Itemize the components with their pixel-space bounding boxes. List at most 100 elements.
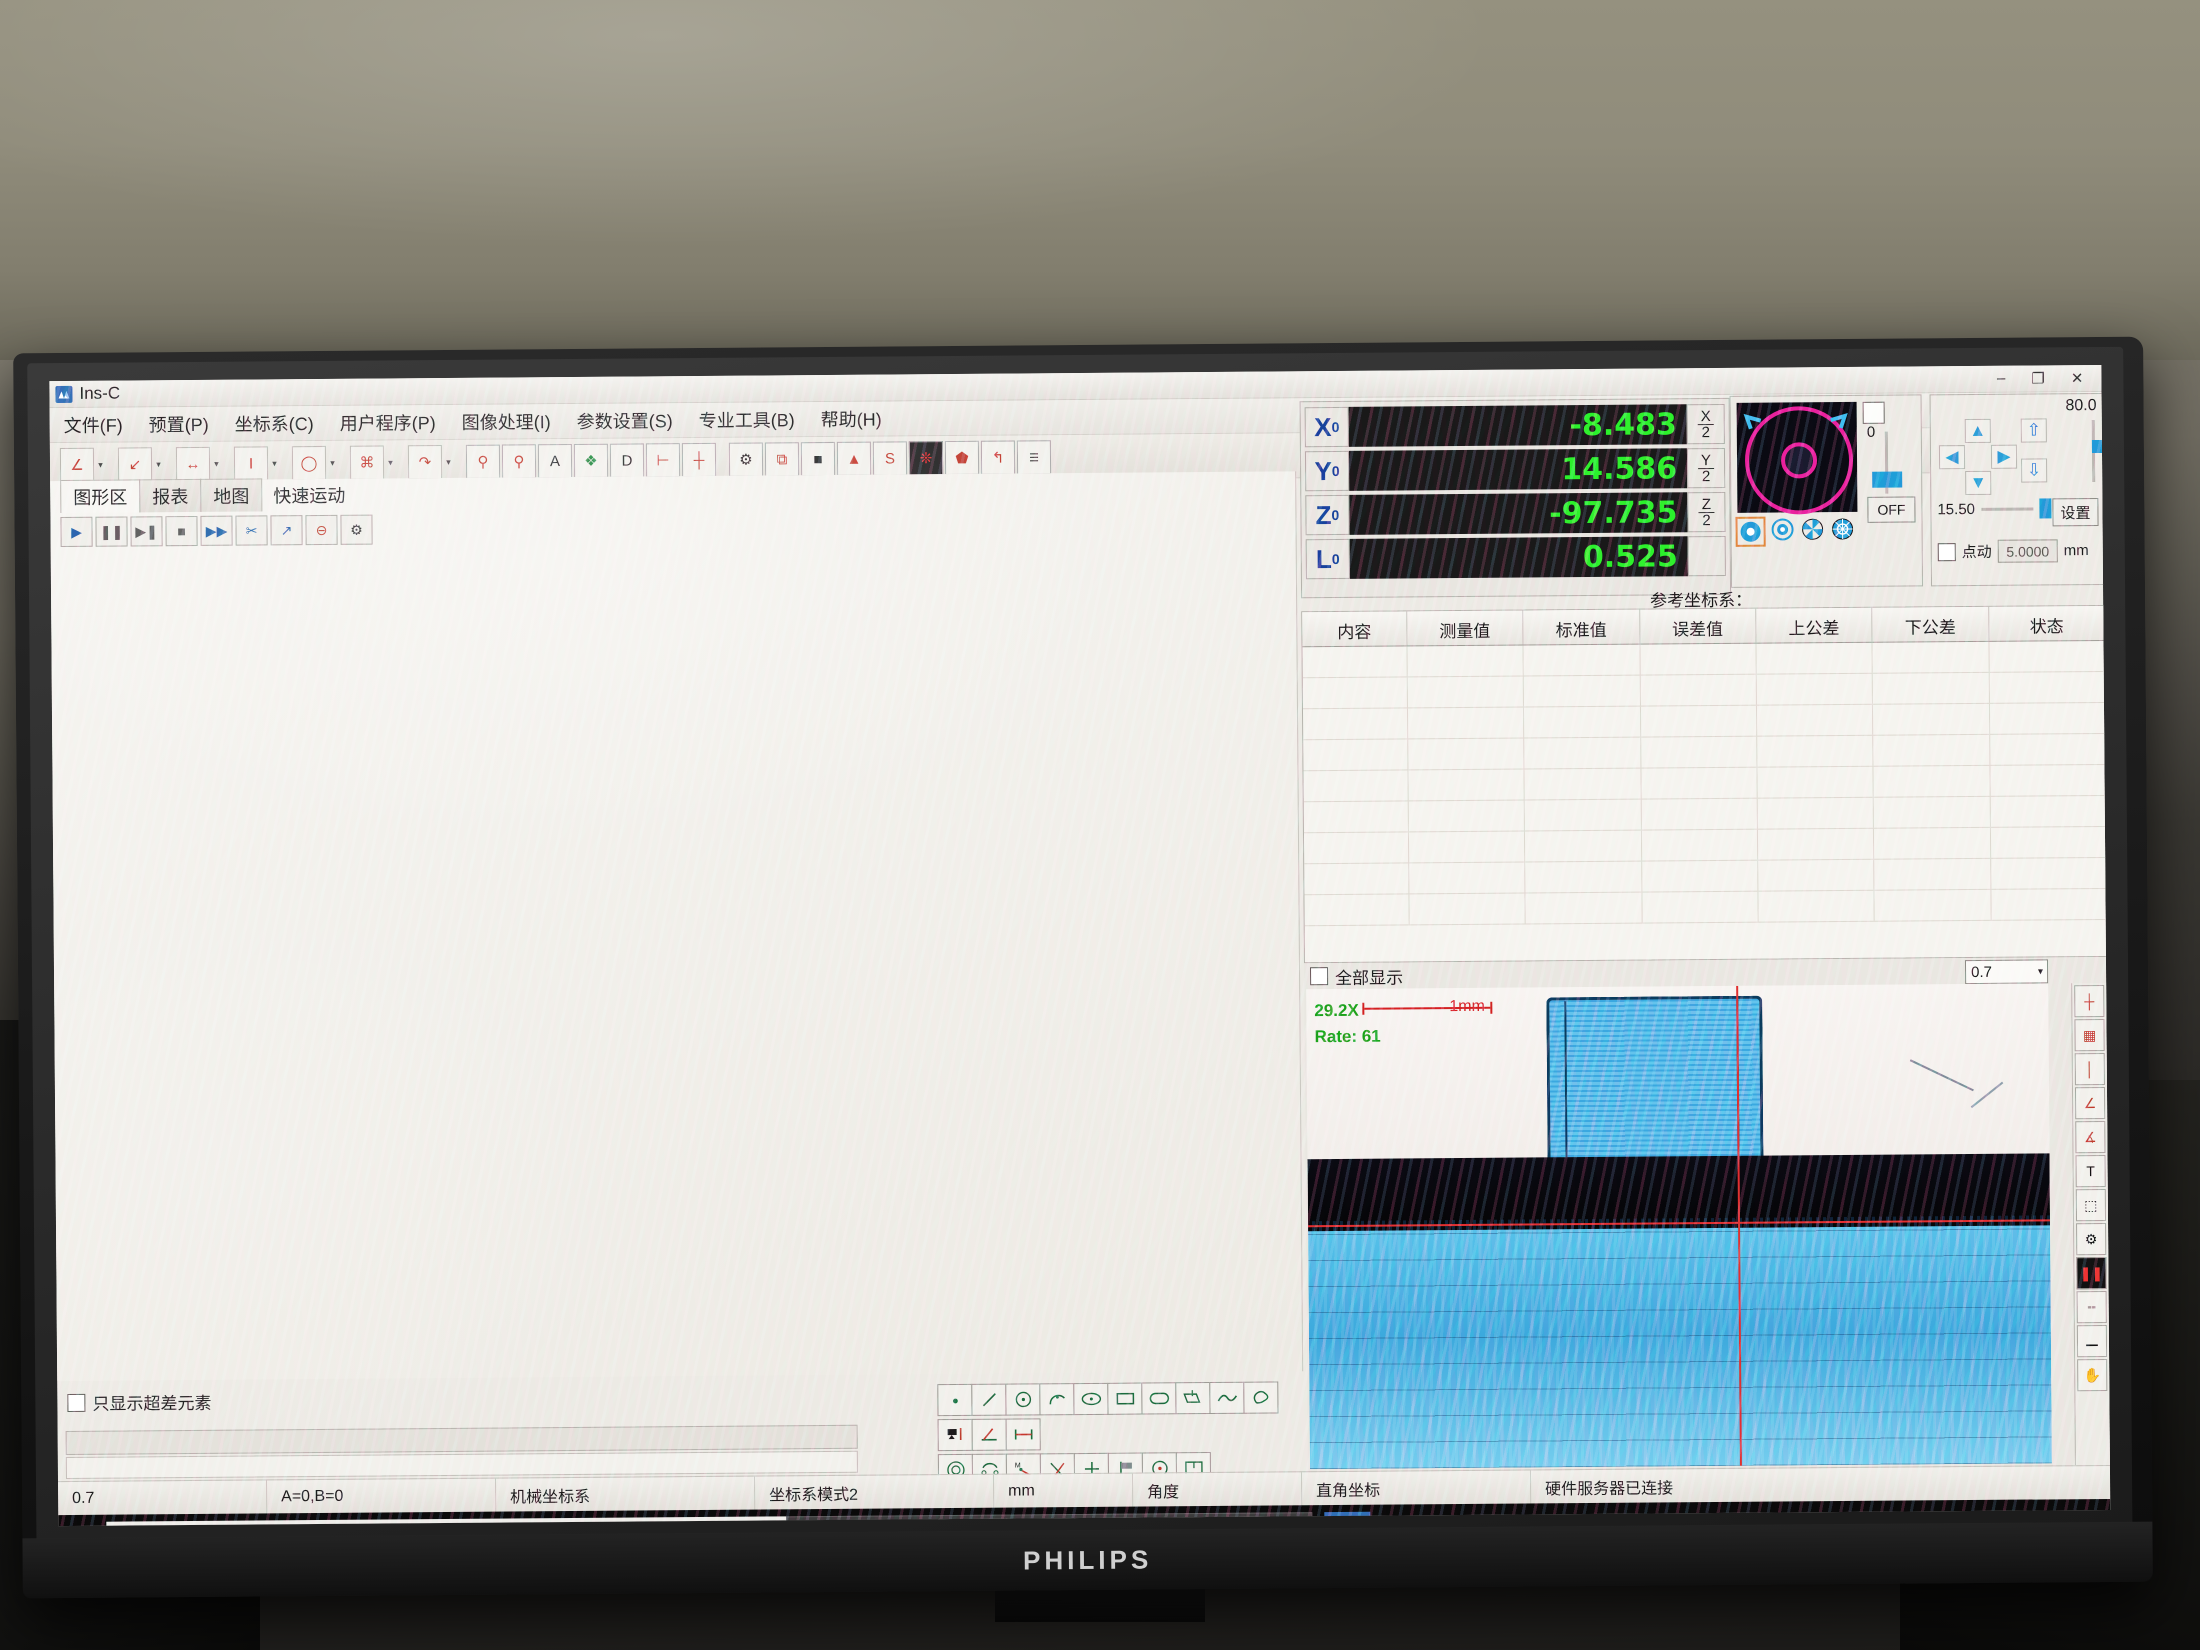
measure-distance2-icon[interactable] bbox=[1005, 1418, 1041, 1451]
run-button[interactable]: ▶ bbox=[60, 516, 93, 548]
minimize-button[interactable]: – bbox=[1997, 370, 2005, 388]
measure-angle2-icon[interactable] bbox=[971, 1418, 1007, 1451]
grid-overlay-icon[interactable]: ▦ bbox=[2074, 1018, 2105, 1052]
camera-live-view[interactable]: 29.2X Rate: 61 1mm bbox=[1306, 983, 2052, 1470]
zoom-region-icon[interactable]: ⬚ bbox=[2075, 1188, 2107, 1222]
angle-overlay-icon[interactable]: ∠ bbox=[2074, 1086, 2106, 1120]
return-origin-icon[interactable]: ↰ bbox=[980, 440, 1016, 475]
move-z-up-arrow[interactable]: ⇧ bbox=[2020, 418, 2047, 443]
menu-professional-tools[interactable]: 专业工具(B) bbox=[699, 406, 795, 433]
menu-file[interactable]: 文件(F) bbox=[64, 412, 123, 438]
z-speed-slider-thumb[interactable] bbox=[2091, 439, 2111, 454]
speed-slider-thumb[interactable] bbox=[2038, 498, 2052, 519]
point-icon[interactable] bbox=[937, 1383, 973, 1417]
dro-half-x[interactable]: X2 bbox=[1686, 403, 1725, 445]
chevron-down-icon[interactable]: ▾ bbox=[212, 458, 221, 469]
pan-hand-icon[interactable]: ✋ bbox=[2077, 1358, 2108, 1392]
barcode-icon[interactable]: ⚊ bbox=[2076, 1324, 2108, 1358]
circle-center-icon[interactable] bbox=[1005, 1383, 1041, 1416]
tab-report[interactable]: 报表 bbox=[139, 478, 202, 513]
measure-circle-icon[interactable]: ◯ bbox=[291, 445, 327, 481]
fast-forward-button[interactable]: ▶▶ bbox=[200, 515, 233, 546]
stop-button[interactable]: ■ bbox=[165, 515, 198, 547]
move-left-arrow[interactable]: ◀ bbox=[1938, 445, 1966, 470]
select-elements-icon[interactable]: ⧉ bbox=[764, 442, 800, 477]
dxf-tool-icon[interactable]: D bbox=[609, 443, 645, 478]
zoom-in-icon[interactable]: ⚲ bbox=[465, 444, 501, 479]
dro-label-l[interactable]: L0 bbox=[1305, 538, 1350, 580]
table-row[interactable] bbox=[1304, 888, 2107, 927]
report-list-icon[interactable]: ☰ bbox=[1016, 440, 1052, 475]
maximize-button[interactable]: ❐ bbox=[2031, 369, 2045, 387]
close-button[interactable]: ✕ bbox=[2071, 369, 2084, 387]
speed-slider-track[interactable] bbox=[1980, 507, 2033, 511]
jog-step-input[interactable]: 5.0000 bbox=[1997, 539, 2058, 563]
ellipse-icon[interactable] bbox=[1073, 1382, 1109, 1416]
search-icon[interactable]: ⚲ bbox=[1283, 1522, 1299, 1526]
taskbar-search-box[interactable]: ⚲ 搜索 🌼🍂 bbox=[106, 1516, 787, 1527]
focus-value-dropdown[interactable]: 0.7 ▾ bbox=[1964, 959, 2049, 985]
tab-map[interactable]: 地图 bbox=[200, 478, 263, 512]
ring-light-slider-thumb[interactable] bbox=[1872, 471, 1903, 488]
pause-button[interactable]: ❚❚ bbox=[95, 516, 128, 547]
ring-light-coaxial-icon[interactable] bbox=[1769, 516, 1795, 542]
step-button[interactable]: ▶❚ bbox=[130, 516, 163, 547]
measure-line-angle-icon[interactable]: ↙ bbox=[117, 447, 153, 482]
chevron-down-icon[interactable]: ▾ bbox=[328, 457, 337, 468]
dro-half-l[interactable] bbox=[1687, 535, 1726, 577]
tab-graphic-area[interactable]: 图形区 bbox=[60, 479, 141, 514]
user-program-icon[interactable]: ❊ bbox=[908, 441, 944, 476]
results-table[interactable]: 内容 测量值 标准值 误差值 上公差 下公差 状态 bbox=[1301, 604, 2108, 964]
light-source-icon[interactable]: ▲ bbox=[836, 441, 872, 476]
col-nominal-value[interactable]: 标准值 bbox=[1523, 609, 1641, 645]
measure-diameter-icon[interactable]: ⌘ bbox=[349, 445, 385, 480]
rectangle-icon[interactable] bbox=[1107, 1382, 1143, 1415]
menu-coordinate-system[interactable]: 坐标系(C) bbox=[235, 410, 314, 437]
dro-label-y[interactable]: Y0 bbox=[1304, 450, 1350, 492]
no-entry-button[interactable]: ⊖ bbox=[305, 514, 338, 546]
plane-icon[interactable] bbox=[1175, 1382, 1211, 1415]
keypad-icon[interactable] bbox=[938, 1523, 974, 1527]
chevron-down-icon[interactable]: ▾ bbox=[444, 456, 453, 467]
taskbar-app-ins-c[interactable] bbox=[1324, 1511, 1371, 1527]
show-all-checkbox[interactable] bbox=[1310, 967, 1329, 986]
zoom-out-icon[interactable]: ⚲ bbox=[501, 444, 537, 479]
only-out-of-tolerance-row[interactable]: 只显示超差元素 bbox=[67, 1389, 211, 1415]
3d-cube-icon[interactable]: ❖ bbox=[573, 443, 609, 478]
results-scroll-strip[interactable] bbox=[65, 1424, 858, 1456]
ring-light-sector-icon[interactable] bbox=[1829, 516, 1855, 542]
curve-icon[interactable] bbox=[1209, 1381, 1245, 1415]
chevron-down-icon[interactable]: ▾ bbox=[2038, 966, 2043, 977]
menu-preset[interactable]: 预置(P) bbox=[149, 411, 209, 437]
measure-angle-icon[interactable]: ∠ bbox=[59, 447, 95, 483]
gear-icon[interactable]: ⚙ bbox=[728, 442, 764, 477]
col-measured-value[interactable]: 测量值 bbox=[1407, 610, 1524, 646]
dro-label-z[interactable]: Z0 bbox=[1305, 494, 1350, 536]
dro-label-x[interactable]: X0 bbox=[1304, 406, 1349, 448]
line-icon[interactable] bbox=[971, 1383, 1007, 1416]
col-lower-tolerance[interactable]: 下公差 bbox=[1872, 606, 1990, 642]
dro-half-y[interactable]: Y2 bbox=[1686, 447, 1726, 489]
start-button[interactable] bbox=[58, 1515, 106, 1526]
angle2-overlay-icon[interactable]: ∡ bbox=[2075, 1120, 2106, 1154]
col-status[interactable]: 状态 bbox=[1989, 606, 2105, 641]
graphic-area[interactable] bbox=[50, 471, 1304, 1382]
fill-region-icon[interactable]: ■ bbox=[800, 441, 836, 477]
edge-search-box[interactable]: e 输入你想搜的 ⚲ bbox=[786, 1512, 1313, 1527]
jog-checkbox[interactable] bbox=[1937, 542, 1956, 561]
crosshair-overlay-icon[interactable]: ┼ bbox=[2074, 984, 2105, 1018]
measure-arc-icon[interactable]: ↷ bbox=[407, 445, 443, 480]
dro-half-z[interactable]: Z2 bbox=[1687, 491, 1726, 533]
measure-distance-icon[interactable]: ↔ bbox=[175, 446, 211, 482]
text-tool-icon[interactable]: A bbox=[537, 443, 573, 479]
set-button[interactable]: 设置 bbox=[2052, 498, 2099, 527]
menu-parameter-settings[interactable]: 参数设置(S) bbox=[577, 407, 673, 434]
menu-image-processing[interactable]: 图像处理(I) bbox=[462, 408, 551, 435]
menu-help[interactable]: 帮助(H) bbox=[821, 406, 882, 432]
measure-height-icon[interactable]: I bbox=[233, 446, 269, 481]
ring-light-quadrant-icon[interactable] bbox=[1799, 516, 1825, 542]
text-overlay-icon[interactable]: T bbox=[2075, 1154, 2106, 1188]
chevron-down-icon[interactable]: ▾ bbox=[270, 458, 279, 469]
crosshair-tool-icon[interactable]: ┼ bbox=[681, 442, 717, 478]
slot-icon[interactable] bbox=[1141, 1382, 1177, 1415]
